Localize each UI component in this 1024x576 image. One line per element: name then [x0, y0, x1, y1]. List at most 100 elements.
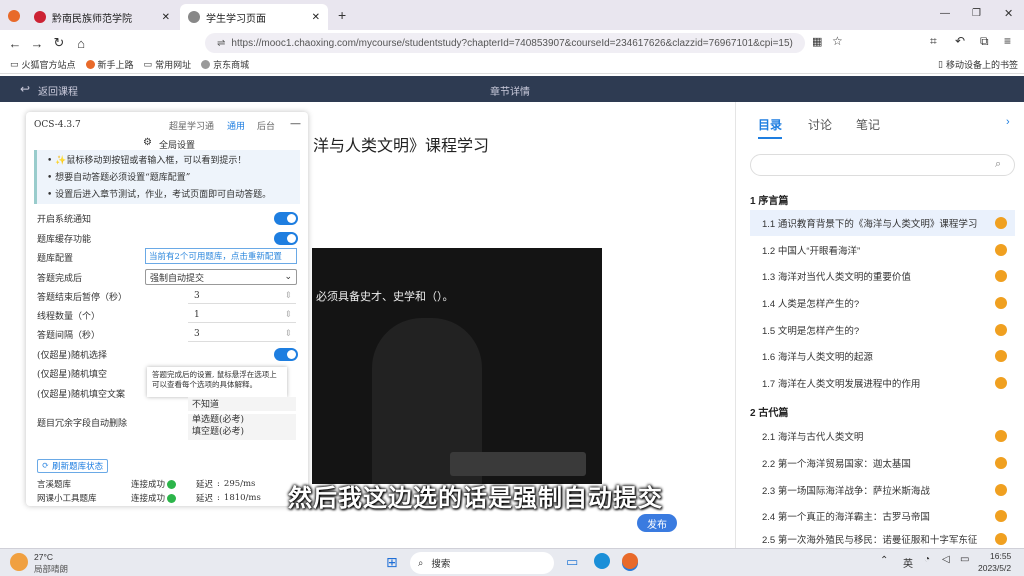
clock-time[interactable]: 16:55 [990, 551, 1011, 561]
list-item[interactable]: 2.2 第一个海洋贸易国家：迦太基国 [750, 450, 1015, 476]
status-dot [995, 324, 1007, 336]
tab-qnnu[interactable]: 黔南民族师范学院 ✕ [26, 4, 178, 30]
tab-backend[interactable]: 后台 [257, 119, 275, 132]
list-item[interactable]: 1.2 中国人“开眼看海洋” [750, 237, 1015, 263]
taskbar-search[interactable]: ⌕ 搜索 [410, 552, 554, 574]
collapse-icon[interactable]: › [1006, 116, 1010, 128]
catalog-search-input[interactable]: ⌕ [750, 154, 1015, 176]
bank-name: 言溪题库 [37, 480, 72, 490]
edge-icon[interactable] [594, 553, 610, 569]
chapter-title[interactable]: 1 序言篇 [750, 192, 788, 207]
url-field[interactable]: ⇌ https://mooc1.chaoxing.com/mycourse/st… [205, 33, 805, 53]
status-dot [995, 297, 1007, 309]
list-item[interactable]: 1.4 人类是怎样产生的? [750, 290, 1015, 316]
stepper-icon[interactable]: ⇕ [284, 291, 292, 301]
chevron-up-icon[interactable]: ⌃ [880, 555, 888, 566]
chapter-title[interactable]: 2 古代篇 [750, 404, 788, 419]
tab-catalog[interactable]: 目录 [758, 116, 783, 139]
list-item[interactable]: 2.1 海洋与古代人类文明 [750, 423, 1015, 449]
status-dot [995, 510, 1007, 522]
stepper-icon[interactable]: ⇕ [284, 310, 292, 320]
bookmark-mobile[interactable]: ▯ 移动设备上的书签 [938, 58, 1018, 71]
close-icon[interactable]: ✕ [162, 12, 170, 23]
list-item[interactable]: 2.3 第一场国际海洋战争：萨拉米斯海战 [750, 477, 1015, 503]
window-close-icon[interactable]: ✕ [1004, 7, 1013, 20]
firefox-taskbar-icon[interactable] [622, 553, 638, 569]
extensions-icon[interactable]: ⧉ [980, 34, 989, 49]
taskview-icon[interactable]: ▭ [566, 554, 578, 570]
page-info-icon[interactable]: ⇌ [217, 38, 225, 49]
firefox-icon[interactable] [8, 10, 20, 22]
folder-icon: ▭ [143, 59, 153, 69]
ocs-panel: OCS-4.3.7 超星学习通 通用 后台 — ⚙ 全局设置 • ✨鼠标移动到按… [26, 112, 308, 506]
back-to-course-link[interactable]: 返回课程 [38, 83, 78, 98]
bookmark-label: 常用网址 [155, 60, 192, 70]
tab-student-study[interactable]: 学生学习页面 ✕ [180, 4, 328, 30]
crop-icon[interactable]: ⌗ [930, 34, 937, 49]
wifi-icon[interactable]: ◔ [924, 554, 930, 565]
school-favicon-icon [34, 11, 46, 23]
menu-icon[interactable]: ≡ [1004, 34, 1011, 48]
home-icon[interactable]: ⌂ [70, 36, 92, 51]
interval-input[interactable]: 3 ⇕ [188, 327, 296, 342]
stepper-icon[interactable]: ⇕ [284, 329, 292, 339]
minimize-icon[interactable]: — [940, 8, 950, 19]
list-item[interactable]: 1.1 通识教育背景下的《海洋与人类文明》课程学习 [750, 210, 1015, 236]
bank-latency: 295/ms [223, 479, 256, 489]
reload-icon[interactable]: ↻ [48, 35, 70, 51]
after-answer-select[interactable]: 强制自动提交 ⌄ [145, 269, 297, 285]
tab-discussion[interactable]: 讨论 [808, 116, 832, 133]
bookmark-common[interactable]: ▭ 常用网址 [144, 58, 192, 71]
list-item[interactable]: 1.7 海洋在人类文明发展进程中的作用 [750, 370, 1015, 396]
question-text: 必须具备史才、史学和（）。 [316, 291, 454, 303]
random-select-toggle[interactable] [274, 348, 298, 361]
restore-icon[interactable]: ❐ [972, 8, 981, 19]
bookmark-firefox[interactable]: ▭ 火狐官方站点 [10, 58, 76, 71]
qr-icon[interactable]: ▦ [812, 35, 822, 48]
thread-input[interactable]: 1 ⇕ [188, 308, 296, 323]
weather-icon[interactable] [10, 553, 28, 571]
back-icon[interactable]: ← [4, 36, 26, 51]
notify-toggle[interactable] [274, 212, 298, 225]
new-tab-icon[interactable]: + [338, 7, 346, 23]
tip-item: • ✨鼠标移动到按钮或者输入框，可以看到提示！ [47, 156, 247, 166]
item-label: 1.5 文明是怎样产生的? [762, 326, 860, 337]
star-icon[interactable]: ☆ [832, 34, 843, 48]
tab-notes[interactable]: 笔记 [856, 116, 880, 133]
bank-status: 连接成功 [131, 480, 166, 490]
undo-icon[interactable]: ↶ [955, 34, 965, 48]
list-item[interactable]: 1.6 海洋与人类文明的起源 [750, 343, 1015, 369]
item-label: 2.4 第一个真正的海洋霸主：古罗马帝国 [762, 512, 930, 523]
search-icon[interactable]: ⌕ [995, 158, 1001, 171]
list-item[interactable]: 2.4 第一个真正的海洋霸主：古罗马帝国 [750, 503, 1015, 529]
input-language[interactable]: 英 [903, 555, 913, 570]
bookmark-newbie[interactable]: 新手上路 [85, 58, 134, 71]
publish-button[interactable]: 发布 [637, 514, 677, 532]
video-player[interactable]: 必须具备史才、史学和（）。 [312, 248, 602, 484]
refresh-bank-button[interactable]: ⟳ 刷新题库状态 [37, 459, 109, 473]
status-dot [995, 377, 1007, 389]
pause-input[interactable]: 3 ⇕ [188, 289, 296, 304]
tab-general[interactable]: 通用 [227, 119, 245, 132]
cache-toggle[interactable] [274, 232, 298, 245]
list-item[interactable]: 1.3 海洋对当代人类文明的重要价值 [750, 263, 1015, 289]
windows-start-icon[interactable]: ⊞ [386, 554, 398, 571]
clock-date[interactable]: 2023/5/2 [978, 563, 1011, 573]
phone-icon: ▯ [938, 59, 943, 69]
minimize-icon[interactable]: — [290, 117, 301, 130]
close-icon[interactable]: ✕ [312, 12, 320, 23]
tab-chaoxing[interactable]: 超星学习通 [169, 119, 214, 132]
random-fill-textarea[interactable]: 不知道 [188, 397, 296, 411]
redundant-textarea[interactable]: 单选题(必考) 填空题(必考) [188, 414, 296, 440]
list-item[interactable]: 2.5 第一次海外殖民与移民：诺曼征服和十字军东征 [750, 530, 1015, 548]
tab-label: 黔南民族师范学院 [52, 13, 132, 25]
bookmark-jd[interactable]: 京东商城 [201, 58, 249, 71]
volume-icon[interactable]: ◁ [942, 554, 950, 565]
config-button[interactable]: 当前有2个可用题库，点击重新配置 [145, 248, 297, 264]
after-answer-value: 强制自动提交 [150, 273, 205, 284]
forward-icon[interactable]: → [26, 36, 48, 51]
list-item[interactable]: 1.5 文明是怎样产生的? [750, 317, 1015, 343]
return-icon[interactable]: ↩ [20, 82, 30, 96]
battery-icon[interactable]: ▭ [960, 554, 969, 565]
status-dot [995, 457, 1007, 469]
